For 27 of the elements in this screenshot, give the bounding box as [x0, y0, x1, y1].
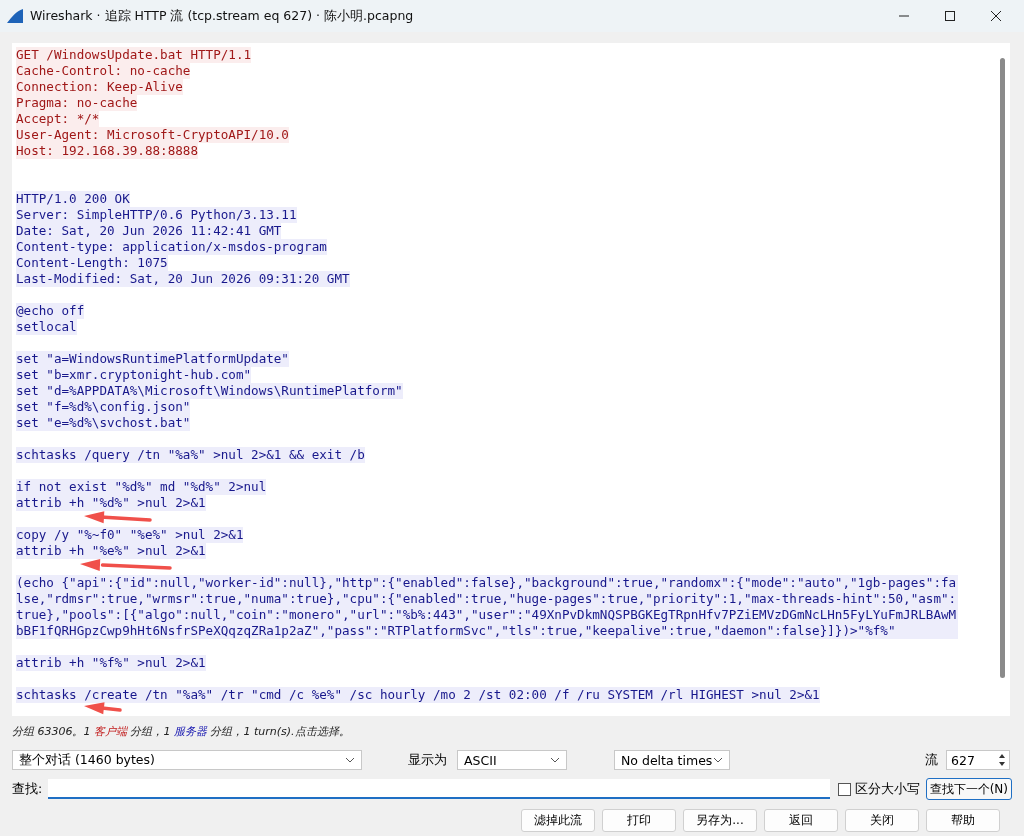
- show-as-label: 显示为: [408, 751, 447, 769]
- maximize-icon[interactable]: [944, 10, 956, 22]
- dialog-button[interactable]: 返回: [764, 809, 838, 832]
- chevron-icon: [345, 757, 355, 763]
- status-text: 分组 63306。1 客户端 分组，1 服务器 分组，1 turn(s).点击选择。: [11, 724, 351, 740]
- stream-spinbox[interactable]: 627: [946, 750, 1010, 770]
- conversation-dropdown[interactable]: 整个对话 (1460 bytes): [12, 750, 362, 770]
- dialog-button[interactable]: 打印: [602, 809, 676, 832]
- annotation-arrow: [84, 511, 152, 524]
- scrollbar-thumb[interactable]: [1000, 58, 1005, 678]
- annotation-arrow: [84, 702, 122, 715]
- dialog-button[interactable]: 帮助: [926, 809, 1000, 832]
- delta-dropdown[interactable]: No delta times: [614, 750, 730, 770]
- find-field[interactable]: [48, 779, 830, 799]
- stream-label: 流: [925, 751, 938, 769]
- window-title: Wireshark · 追踪 HTTP 流 (tcp.stream eq 627) · 陈小明.pcapng: [30, 7, 414, 25]
- find-label: 查找:: [12, 780, 43, 798]
- chevron-icon: [713, 757, 723, 763]
- close-icon[interactable]: [990, 10, 1002, 22]
- find-next-button[interactable]: 查找下一个(N): [925, 778, 1012, 800]
- chevron-icon: [550, 757, 560, 763]
- shark-fin-icon: [6, 7, 24, 25]
- show-as-dropdown[interactable]: ASCII: [457, 750, 567, 770]
- dialog-button[interactable]: 另存为...: [683, 809, 757, 832]
- case-sensitive-checkbox[interactable]: 区分大小写: [837, 780, 920, 798]
- dialog-button[interactable]: 关闭: [845, 809, 919, 832]
- dialog-button[interactable]: 滤掉此流: [521, 809, 595, 832]
